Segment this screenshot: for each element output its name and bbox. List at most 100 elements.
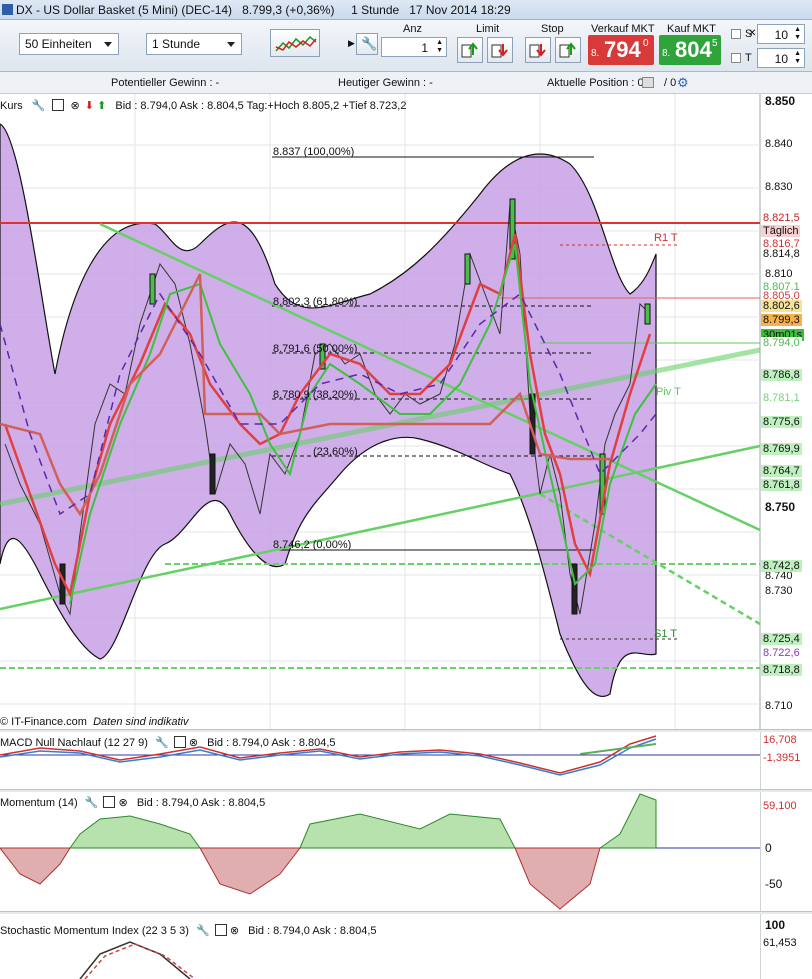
buy-prefix: 8.: [662, 48, 671, 59]
sell-market-button[interactable]: 8. 794 0: [588, 35, 654, 65]
price-tag: 8.769,9: [761, 443, 802, 455]
up-arrow-icon[interactable]: ⬆: [97, 100, 106, 112]
today-gain: Heutiger Gewinn : -: [338, 77, 433, 89]
position-count: / 0: [664, 77, 677, 89]
wrench-icon[interactable]: 🔧: [32, 100, 46, 112]
stepper-arrows-icon[interactable]: ▲ ▼: [436, 39, 443, 55]
smi-panel-header: Stochastic Momentum Index (22 3 5 3) 🔧 ⊗…: [0, 922, 377, 937]
close-panel-icon[interactable]: ⊗: [71, 100, 80, 112]
wrench-icon[interactable]: 🔧: [85, 797, 99, 809]
copyright-footer: © IT-Finance.com Daten sind indikativ: [0, 716, 189, 728]
s1-label: S1 T: [654, 628, 678, 640]
window-icon[interactable]: [173, 736, 186, 748]
chart-indicator-icon: [275, 35, 317, 52]
limit-buy-icon: [461, 42, 478, 58]
s-stepper-arrows-icon[interactable]: ▲ ▼: [794, 26, 801, 42]
price-tag: 8.786,8: [761, 369, 802, 381]
t-label: T: [745, 52, 752, 64]
chart-canvas: [0, 94, 812, 979]
price-tag: 8.781,1: [761, 392, 802, 404]
close-panel-icon[interactable]: ⊗: [119, 797, 128, 809]
s-checkbox[interactable]: [731, 29, 741, 39]
stop-sell-icon: [529, 44, 546, 58]
title-bar: DX - US Dollar Basket (5 Mini) (DEC-14) …: [0, 0, 812, 20]
axis-label: 8.730: [765, 585, 793, 597]
macd-bid-ask: Bid : 8.794,0 Ask : 8.804,5: [207, 737, 336, 749]
position-chart-icon[interactable]: [642, 77, 654, 88]
stop-label: Stop: [541, 23, 564, 35]
t-stepper[interactable]: 10 ▲ ▼: [757, 48, 805, 68]
axis-label: 8.830: [765, 181, 793, 193]
close-panel-icon[interactable]: ⊗: [230, 925, 239, 937]
wrench-icon[interactable]: 🔧: [196, 925, 210, 937]
sell-mkt-label: Verkauf MKT: [591, 23, 655, 35]
app-icon: [2, 4, 13, 15]
pivot-label: Piv T: [656, 386, 681, 398]
momentum-zero: 0: [765, 841, 772, 855]
momentum-bid-ask: Bid : 8.794,0 Ask : 8.804,5: [136, 797, 266, 809]
units-select[interactable]: 50 Einheiten: [19, 33, 119, 55]
smi-value: 61,453: [763, 937, 797, 949]
t-checkbox[interactable]: [731, 53, 741, 63]
limit-buy-button[interactable]: [457, 37, 483, 63]
momentum-value: 59,100: [763, 800, 797, 812]
fib-50-label: 8.791,6 (50,00%): [273, 343, 358, 355]
sell-price: 794: [604, 37, 641, 62]
stop-buy-button[interactable]: [555, 37, 581, 63]
macd-value-2: -1,3951: [763, 752, 801, 764]
stop-buy-icon: [559, 42, 576, 58]
price-tag: 8.722,6: [761, 647, 802, 659]
price-tag: 8.799,3: [761, 314, 802, 326]
price-tag: Täglich: [761, 225, 801, 237]
window-title: DX - US Dollar Basket (5 Mini) (DEC-14) …: [16, 3, 511, 17]
limit-sell-icon: [491, 44, 508, 58]
buy-price: 804: [675, 37, 712, 62]
s-stepper[interactable]: 10 ▲ ▼: [757, 24, 805, 44]
wrench-icon[interactable]: 🔧: [155, 737, 169, 749]
anz-stepper[interactable]: 1 ▲ ▼: [381, 37, 447, 57]
price-tag: 8.764,7: [761, 465, 802, 477]
limit-sell-button[interactable]: [487, 37, 513, 63]
buy-market-button[interactable]: 8. 804 5: [659, 35, 721, 65]
price-tag: 8.761,8: [761, 479, 802, 491]
panel-separator-macd: [0, 729, 812, 732]
window-icon[interactable]: [103, 796, 116, 808]
price-tag: 8.775,6: [761, 416, 802, 428]
main-panel-header: Kurs 🔧 ⊗ ⬇ ⬆ Bid : 8.794,0 Ask : 8.804,5…: [0, 97, 406, 112]
macd-title: MACD Null Nachlauf (12 27 9): [0, 737, 148, 749]
axis-label: 8.810: [765, 268, 793, 280]
r1-label: R1 T: [654, 232, 678, 244]
fib-100-label: 8.837 (100,00%): [273, 146, 355, 158]
window-icon[interactable]: [52, 99, 65, 111]
macd-panel-header: MACD Null Nachlauf (12 27 9) 🔧 ⊗ Bid : 8…: [0, 734, 336, 749]
settings-gear-icon[interactable]: ⚙: [677, 75, 689, 91]
sell-prefix: 8.: [591, 48, 600, 59]
t-stepper-arrows-icon[interactable]: ▲ ▼: [794, 50, 801, 66]
wrench-icon: 🔧: [361, 36, 378, 51]
smi-title: Stochastic Momentum Index (22 3 5 3): [0, 925, 189, 937]
smi-bid-ask: Bid : 8.794,0 Ask : 8.804,5: [248, 925, 377, 937]
play-icon[interactable]: ▶: [348, 38, 355, 49]
main-bid-ask: Bid : 8.794,0 Ask : 8.804,5 Tag:+Hoch 8.…: [115, 100, 407, 112]
stop-sell-button[interactable]: [525, 37, 551, 63]
potential-gain: Potentieller Gewinn : -: [111, 77, 220, 89]
fib-236-label: (23,60%): [313, 446, 358, 458]
position-info-bar: Potentieller Gewinn : - Heutiger Gewinn …: [0, 72, 812, 94]
close-panel-icon[interactable]: ⊗: [189, 737, 198, 749]
chart-indicator-button[interactable]: [270, 29, 320, 57]
panel-separator-smi: [0, 911, 812, 914]
buy-pip: 5: [712, 38, 718, 49]
wrench-button[interactable]: 🔧: [356, 33, 378, 55]
axis-label: 8.710: [765, 700, 793, 712]
momentum-panel-header: Momentum (14) 🔧 ⊗ Bid : 8.794,0 Ask : 8.…: [0, 794, 265, 809]
price-tag: 8.794,0: [761, 337, 802, 349]
window-icon[interactable]: [214, 924, 227, 936]
down-arrow-icon[interactable]: ⬇: [85, 100, 94, 112]
panel-separator-momentum: [0, 789, 812, 792]
main-panel-title: Kurs: [0, 100, 23, 112]
price-tag: 8.814,8: [761, 248, 802, 260]
fib-0-label: 8.746,2 (0,00%): [273, 539, 352, 551]
fib-382-label: 8.780,9 (38,20%): [273, 389, 358, 401]
period-select[interactable]: 1 Stunde: [146, 33, 242, 55]
price-tag: 8.802,6: [761, 300, 802, 312]
